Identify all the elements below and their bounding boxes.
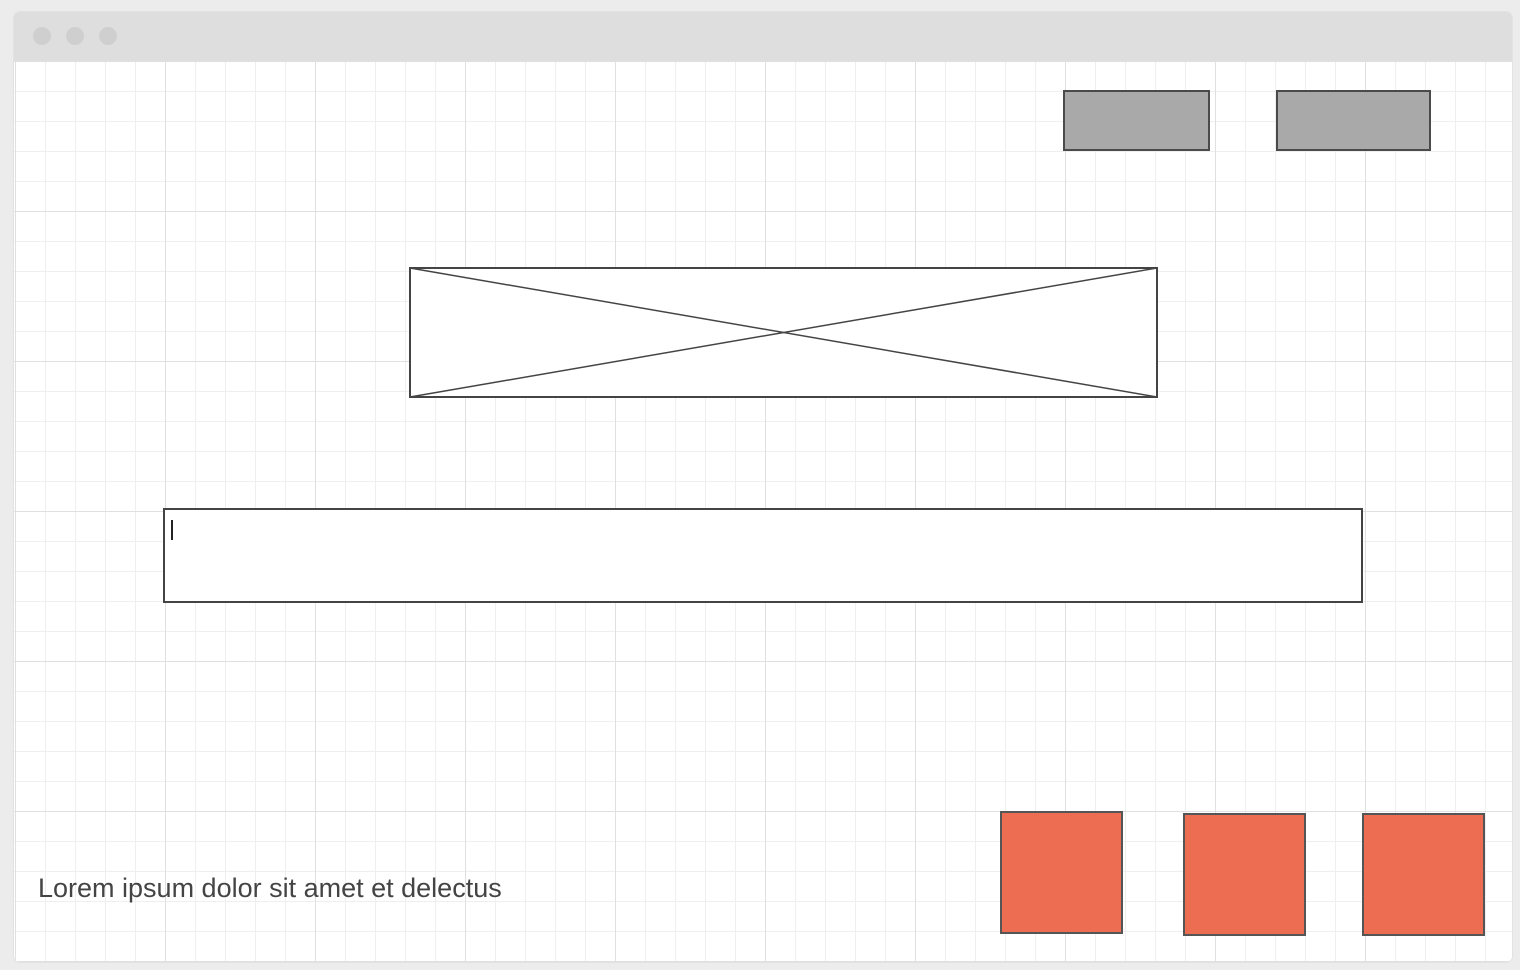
text-caret bbox=[171, 520, 173, 540]
header-button-1[interactable] bbox=[1063, 90, 1210, 151]
text-input[interactable] bbox=[163, 508, 1363, 603]
image-placeholder-icon bbox=[409, 267, 1158, 398]
close-dot-icon[interactable] bbox=[33, 27, 51, 45]
header-button-2[interactable] bbox=[1276, 90, 1431, 151]
action-tile-1[interactable] bbox=[1000, 811, 1123, 934]
content-canvas: Lorem ipsum dolor sit amet et delectus bbox=[14, 61, 1512, 962]
minimize-dot-icon[interactable] bbox=[66, 27, 84, 45]
zoom-dot-icon[interactable] bbox=[99, 27, 117, 45]
footer-text: Lorem ipsum dolor sit amet et delectus bbox=[38, 873, 502, 903]
action-tile-2[interactable] bbox=[1183, 813, 1306, 936]
action-tile-3[interactable] bbox=[1362, 813, 1485, 936]
title-bar bbox=[14, 12, 1512, 61]
browser-window: Lorem ipsum dolor sit amet et delectus bbox=[14, 12, 1512, 962]
